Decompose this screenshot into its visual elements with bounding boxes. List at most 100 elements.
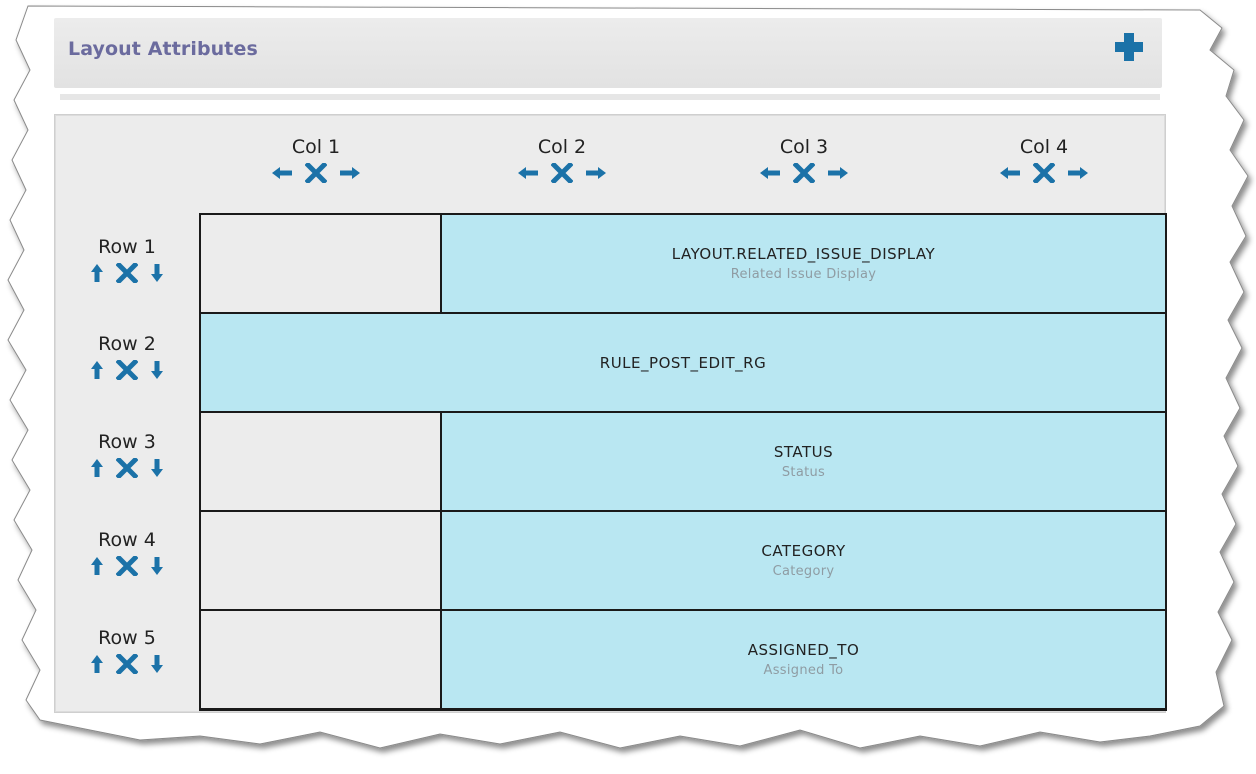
row-header-3: Row 3 — [77, 430, 177, 479]
arrow-down-icon — [151, 557, 163, 575]
grid-row-1: LAYOUT.RELATED_ISSUE_DISPLAY Related Iss… — [201, 215, 1165, 312]
row-header-2: Row 2 — [77, 332, 177, 381]
move-row-up-button[interactable] — [85, 654, 109, 674]
grid-row-2: RULE_POST_EDIT_RG — [201, 314, 1165, 411]
delete-column-button[interactable] — [1032, 163, 1056, 183]
row-header-5: Row 5 — [77, 626, 177, 675]
field-name: STATUS — [773, 443, 834, 461]
arrow-left-icon — [272, 167, 292, 179]
move-row-down-button[interactable] — [145, 654, 169, 674]
arrow-left-icon — [518, 167, 538, 179]
grid-row-4: CATEGORY Category — [201, 512, 1165, 609]
row-label: Row 2 — [98, 333, 156, 355]
delete-x-icon — [116, 263, 138, 283]
delete-row-button[interactable] — [115, 360, 139, 380]
field-label: Assigned To — [763, 663, 844, 678]
move-row-down-button[interactable] — [145, 458, 169, 478]
field-name: CATEGORY — [761, 542, 846, 560]
move-row-up-button[interactable] — [85, 360, 109, 380]
field-cell[interactable]: STATUS Status — [442, 413, 1165, 510]
delete-row-button[interactable] — [115, 458, 139, 478]
section-header: Layout Attributes — [54, 18, 1162, 88]
layout-cells: LAYOUT.RELATED_ISSUE_DISPLAY Related Iss… — [199, 213, 1167, 711]
delete-x-icon — [1033, 163, 1055, 183]
delete-row-button[interactable] — [115, 556, 139, 576]
move-column-right-button[interactable] — [1066, 163, 1090, 183]
empty-cell[interactable] — [201, 512, 440, 609]
column-header-3: Col 3 — [739, 135, 869, 184]
delete-column-button[interactable] — [304, 163, 328, 183]
field-cell[interactable]: LAYOUT.RELATED_ISSUE_DISPLAY Related Iss… — [442, 215, 1165, 312]
field-name: ASSIGNED_TO — [747, 641, 860, 659]
arrow-left-icon — [760, 167, 780, 179]
delete-x-icon — [305, 163, 327, 183]
arrow-up-icon — [91, 557, 103, 575]
move-row-up-button[interactable] — [85, 556, 109, 576]
row-header-4: Row 4 — [77, 528, 177, 577]
field-cell[interactable]: ASSIGNED_TO Assigned To — [442, 611, 1165, 708]
field-label: Status — [781, 465, 826, 480]
row-label: Row 3 — [98, 431, 156, 453]
move-row-up-button[interactable] — [85, 263, 109, 283]
add-button[interactable] — [1112, 30, 1146, 64]
section-title: Layout Attributes — [68, 38, 258, 60]
arrow-up-icon — [91, 655, 103, 673]
move-row-up-button[interactable] — [85, 458, 109, 478]
delete-column-button[interactable] — [550, 163, 574, 183]
column-label: Col 1 — [291, 136, 341, 158]
arrow-right-icon — [340, 167, 360, 179]
row-label: Row 4 — [98, 529, 156, 551]
row-header-1: Row 1 — [77, 235, 177, 284]
delete-x-icon — [116, 360, 138, 380]
column-label: Col 4 — [1019, 136, 1069, 158]
delete-row-button[interactable] — [115, 263, 139, 283]
field-cell[interactable]: RULE_POST_EDIT_RG — [201, 314, 1165, 411]
empty-cell[interactable] — [201, 215, 440, 312]
row-label: Row 1 — [98, 236, 156, 258]
field-cell[interactable]: CATEGORY Category — [442, 512, 1165, 609]
field-name: RULE_POST_EDIT_RG — [599, 353, 767, 372]
plus-icon — [1115, 33, 1143, 61]
arrow-right-icon — [586, 167, 606, 179]
move-column-left-button[interactable] — [270, 163, 294, 183]
empty-cell[interactable] — [201, 611, 440, 708]
arrow-left-icon — [1000, 167, 1020, 179]
field-name: LAYOUT.RELATED_ISSUE_DISPLAY — [671, 245, 936, 263]
arrow-up-icon — [91, 264, 103, 282]
grid-row-3: STATUS Status — [201, 413, 1165, 510]
delete-row-button[interactable] — [115, 654, 139, 674]
row-label: Row 5 — [98, 627, 156, 649]
header-divider — [60, 94, 1160, 100]
arrow-down-icon — [151, 459, 163, 477]
move-row-down-button[interactable] — [145, 263, 169, 283]
delete-x-icon — [551, 163, 573, 183]
delete-column-button[interactable] — [792, 163, 816, 183]
arrow-up-icon — [91, 459, 103, 477]
delete-x-icon — [116, 556, 138, 576]
move-column-left-button[interactable] — [998, 163, 1022, 183]
empty-cell[interactable] — [201, 413, 440, 510]
column-header-1: Col 1 — [251, 135, 381, 184]
layout-grid: Col 1 Col 2 Col 3 Col 4 Row 1 Row 2 Row … — [54, 114, 1167, 713]
delete-x-icon — [116, 654, 138, 674]
layout-attributes-panel: Layout Attributes Col 1 Col 2 Col 3 Col … — [54, 18, 1170, 718]
move-row-down-button[interactable] — [145, 360, 169, 380]
move-column-right-button[interactable] — [826, 163, 850, 183]
arrow-down-icon — [151, 264, 163, 282]
move-column-left-button[interactable] — [758, 163, 782, 183]
column-label: Col 3 — [779, 136, 829, 158]
delete-x-icon — [116, 458, 138, 478]
arrow-down-icon — [151, 655, 163, 673]
move-column-right-button[interactable] — [584, 163, 608, 183]
column-header-2: Col 2 — [497, 135, 627, 184]
move-row-down-button[interactable] — [145, 556, 169, 576]
column-label: Col 2 — [537, 136, 587, 158]
delete-x-icon — [793, 163, 815, 183]
column-header-4: Col 4 — [979, 135, 1109, 184]
arrow-up-icon — [91, 361, 103, 379]
arrow-right-icon — [1068, 167, 1088, 179]
move-column-right-button[interactable] — [338, 163, 362, 183]
arrow-down-icon — [151, 361, 163, 379]
field-label: Related Issue Display — [730, 267, 877, 282]
move-column-left-button[interactable] — [516, 163, 540, 183]
